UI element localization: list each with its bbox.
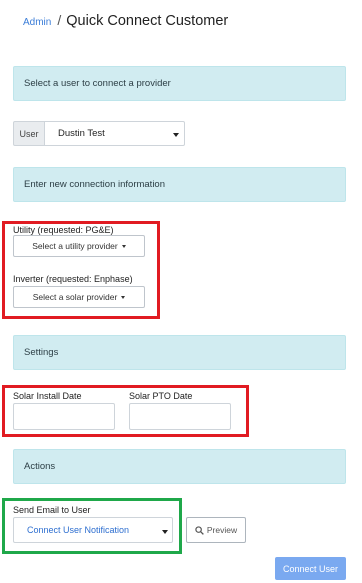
preview-button-label: Preview — [206, 525, 238, 535]
user-selected-value: Dustin Test — [58, 128, 105, 139]
breadcrumb-admin-link[interactable]: Admin — [23, 17, 51, 28]
utility-label: Utility (requested: PG&E) — [13, 225, 114, 235]
section-select-user-text: Select a user to connect a provider — [24, 78, 171, 89]
solar-provider-text: Select a solar provider — [32, 292, 118, 302]
caret-down-icon — [121, 244, 126, 248]
section-actions: Actions — [13, 449, 346, 484]
caret-down-icon — [162, 530, 168, 534]
solar-provider-dropdown[interactable]: Select a solar provider — [13, 286, 145, 308]
inverter-label: Inverter (requested: Enphase) — [13, 274, 133, 284]
caret-down-icon — [173, 133, 179, 137]
breadcrumb: Admin / Quick Connect Customer — [23, 12, 228, 32]
user-addon-label: User — [13, 121, 45, 146]
user-select[interactable]: Dustin Test — [45, 121, 185, 146]
search-icon — [195, 525, 204, 535]
send-email-label: Send Email to User — [13, 505, 91, 515]
page-title: Quick Connect Customer — [66, 13, 229, 29]
section-settings-text: Settings — [24, 347, 59, 358]
section-select-user: Select a user to connect a provider — [13, 66, 346, 101]
preview-button[interactable]: Preview — [186, 517, 246, 543]
pto-date-label: Solar PTO Date — [129, 391, 193, 401]
section-settings: Settings — [13, 335, 346, 370]
section-new-connection: Enter new connection information — [13, 167, 346, 202]
utility-provider-dropdown[interactable]: Select a utility provider — [13, 235, 145, 257]
section-actions-text: Actions — [24, 461, 56, 472]
utility-provider-text: Select a utility provider — [32, 241, 118, 251]
connect-user-label: Connect User — [282, 563, 339, 574]
user-picker: User Dustin Test — [13, 121, 185, 146]
connect-user-button[interactable]: Connect User — [275, 557, 346, 580]
section-new-connection-text: Enter new connection information — [24, 179, 165, 190]
pto-date-input[interactable] — [129, 403, 231, 430]
breadcrumb-separator: / — [57, 12, 62, 28]
install-date-input[interactable] — [13, 403, 115, 430]
email-template-select[interactable]: Connect User Notification — [13, 517, 173, 543]
email-template-value: Connect User Notification — [27, 525, 130, 535]
caret-down-icon — [121, 295, 126, 299]
install-date-label: Solar Install Date — [13, 391, 82, 401]
